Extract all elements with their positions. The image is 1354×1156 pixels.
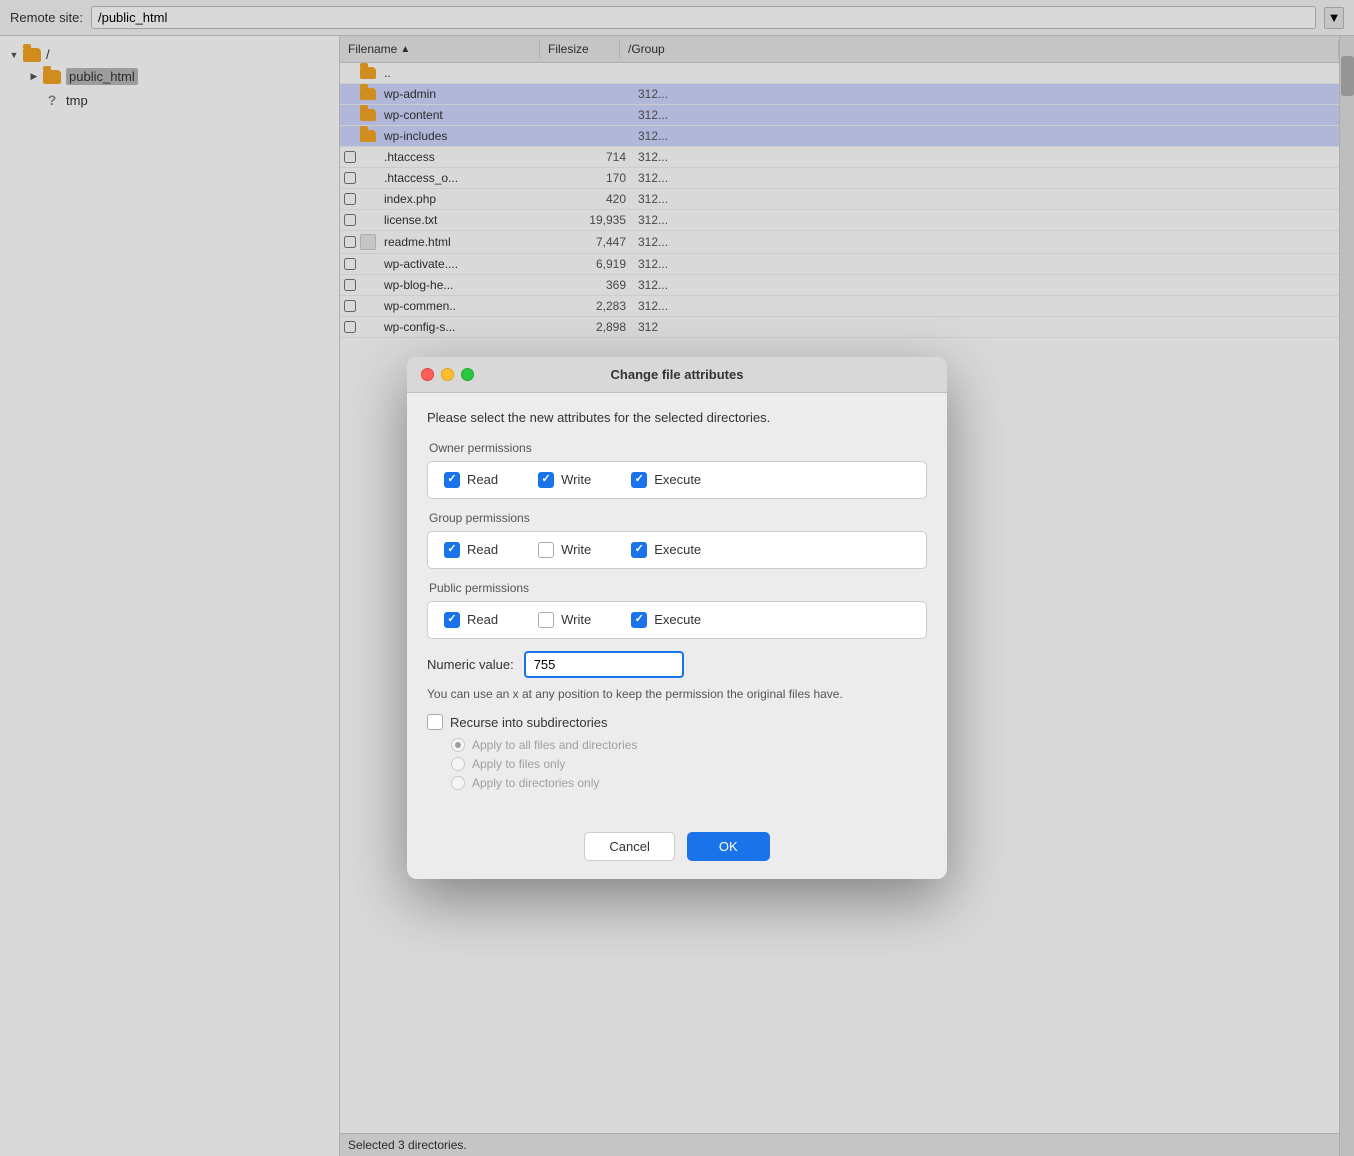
public-write-checkbox[interactable]	[538, 612, 554, 628]
group-execute-checkbox[interactable]	[631, 542, 647, 558]
group-write-label: Write	[561, 542, 591, 557]
public-permissions-box: Read Write Execute	[427, 601, 927, 639]
group-execute-item[interactable]: Execute	[631, 542, 701, 558]
public-read-checkbox[interactable]	[444, 612, 460, 628]
modal-overlay: Change file attributes Please select the…	[0, 0, 1354, 1156]
ok-button[interactable]: OK	[687, 832, 770, 861]
radio-item-files[interactable]: Apply to files only	[451, 757, 927, 771]
numeric-input[interactable]	[524, 651, 684, 678]
radio-label-files: Apply to files only	[472, 757, 565, 771]
owner-write-item[interactable]: Write	[538, 472, 591, 488]
owner-execute-label: Execute	[654, 472, 701, 487]
radio-label-all: Apply to all files and directories	[472, 738, 637, 752]
recurse-row[interactable]: Recurse into subdirectories	[427, 714, 927, 730]
public-permissions-section: Public permissions Read Write Execute	[427, 581, 927, 639]
group-read-item[interactable]: Read	[444, 542, 498, 558]
hint-text: You can use an x at any position to keep…	[427, 686, 927, 703]
group-execute-label: Execute	[654, 542, 701, 557]
dialog-titlebar: Change file attributes	[407, 357, 947, 393]
numeric-row: Numeric value:	[427, 651, 927, 678]
group-permissions-label: Group permissions	[427, 511, 927, 525]
owner-permissions-label: Owner permissions	[427, 441, 927, 455]
radio-group: Apply to all files and directories Apply…	[451, 738, 927, 790]
radio-label-dirs: Apply to directories only	[472, 776, 599, 790]
public-permissions-label: Public permissions	[427, 581, 927, 595]
public-write-item[interactable]: Write	[538, 612, 591, 628]
group-read-checkbox[interactable]	[444, 542, 460, 558]
public-write-label: Write	[561, 612, 591, 627]
public-execute-item[interactable]: Execute	[631, 612, 701, 628]
radio-circle-all[interactable]	[451, 738, 465, 752]
dialog-buttons: Cancel OK	[407, 822, 947, 879]
radio-circle-files[interactable]	[451, 757, 465, 771]
recurse-label: Recurse into subdirectories	[450, 715, 608, 730]
owner-read-label: Read	[467, 472, 498, 487]
group-read-label: Read	[467, 542, 498, 557]
radio-item-dirs[interactable]: Apply to directories only	[451, 776, 927, 790]
owner-write-label: Write	[561, 472, 591, 487]
group-permissions-section: Group permissions Read Write Execute	[427, 511, 927, 569]
group-write-item[interactable]: Write	[538, 542, 591, 558]
public-read-item[interactable]: Read	[444, 612, 498, 628]
numeric-label: Numeric value:	[427, 657, 514, 672]
group-write-checkbox[interactable]	[538, 542, 554, 558]
owner-permissions-section: Owner permissions Read Write Execute	[427, 441, 927, 499]
owner-permissions-box: Read Write Execute	[427, 461, 927, 499]
dialog-body: Please select the new attributes for the…	[407, 393, 947, 823]
public-read-label: Read	[467, 612, 498, 627]
owner-write-checkbox[interactable]	[538, 472, 554, 488]
dialog: Change file attributes Please select the…	[407, 357, 947, 880]
owner-execute-item[interactable]: Execute	[631, 472, 701, 488]
public-execute-checkbox[interactable]	[631, 612, 647, 628]
radio-circle-dirs[interactable]	[451, 776, 465, 790]
dialog-title: Change file attributes	[421, 367, 933, 382]
owner-read-item[interactable]: Read	[444, 472, 498, 488]
group-permissions-box: Read Write Execute	[427, 531, 927, 569]
public-execute-label: Execute	[654, 612, 701, 627]
dialog-description: Please select the new attributes for the…	[427, 409, 927, 427]
recurse-checkbox[interactable]	[427, 714, 443, 730]
radio-item-all[interactable]: Apply to all files and directories	[451, 738, 927, 752]
cancel-button[interactable]: Cancel	[584, 832, 674, 861]
owner-execute-checkbox[interactable]	[631, 472, 647, 488]
owner-read-checkbox[interactable]	[444, 472, 460, 488]
